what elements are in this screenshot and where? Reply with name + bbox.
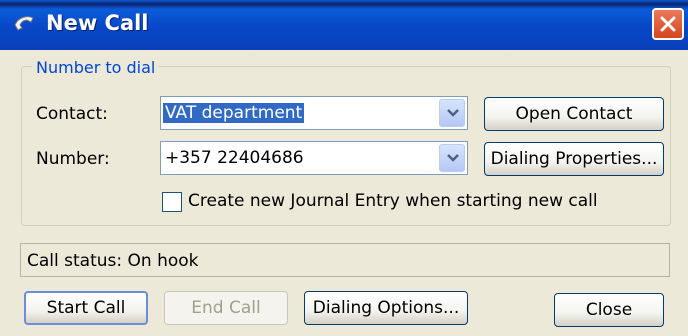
end-call-button[interactable]: End Call: [164, 291, 288, 325]
close-icon: [660, 16, 676, 32]
close-button[interactable]: Close: [554, 293, 664, 327]
window-title: New Call: [46, 11, 149, 35]
new-call-dialog: New Call Number to dial Contact: VAT dep…: [0, 0, 688, 336]
journal-entry-label[interactable]: Create new Journal Entry when starting n…: [188, 191, 598, 211]
number-value: +357 22404686: [165, 148, 304, 168]
title-bar[interactable]: New Call: [0, 0, 688, 50]
start-call-button[interactable]: Start Call: [24, 291, 148, 325]
dialing-options-button[interactable]: Dialing Options...: [304, 291, 468, 325]
number-label: Number:: [36, 149, 110, 169]
phone-icon: [14, 16, 34, 31]
number-combobox[interactable]: +357 22404686: [160, 141, 468, 175]
chevron-down-icon: [447, 154, 459, 162]
number-dropdown-button[interactable]: [439, 144, 465, 172]
journal-entry-checkbox[interactable]: [162, 192, 182, 212]
call-status-text: Call status: On hook: [27, 251, 199, 271]
window-close-button[interactable]: [652, 8, 684, 40]
chevron-down-icon: [447, 109, 459, 117]
call-status-bar: Call status: On hook: [20, 243, 670, 277]
contact-combobox[interactable]: VAT department: [160, 96, 468, 130]
contact-label: Contact:: [36, 104, 108, 124]
group-label: Number to dial: [32, 58, 160, 77]
contact-value: VAT department: [163, 103, 305, 123]
open-contact-button[interactable]: Open Contact: [484, 97, 664, 131]
dialing-properties-button[interactable]: Dialing Properties...: [484, 142, 664, 176]
contact-dropdown-button[interactable]: [439, 99, 465, 127]
